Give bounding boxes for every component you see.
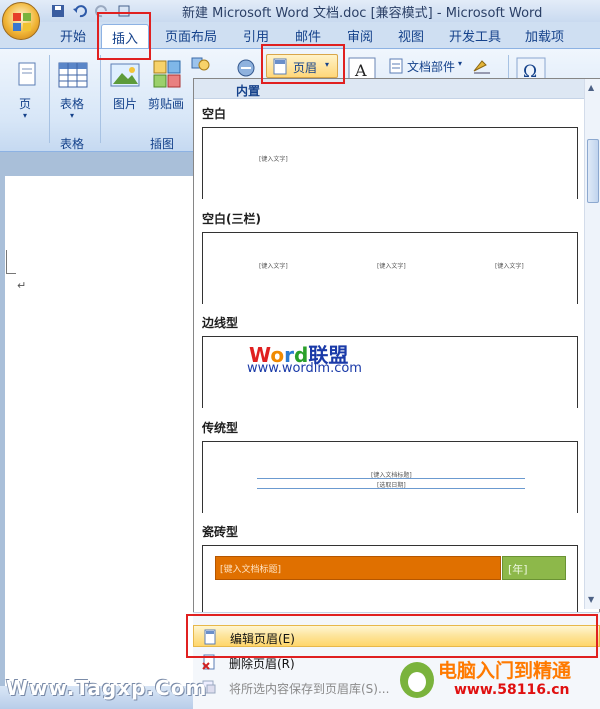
office-button[interactable] — [2, 2, 40, 40]
watermark-title: 电脑入门到精通 — [438, 660, 572, 682]
header-option-sideline[interactable]: Word联盟 www.wordlm.com — [202, 336, 578, 408]
gallery-scrollbar[interactable]: ▲ ▼ — [584, 79, 600, 609]
tagxp-watermark: Www.Tagxp.Com — [6, 676, 208, 700]
insert-tab-highlight — [97, 12, 151, 60]
quickparts-dropdown-icon[interactable]: ▾ — [458, 59, 462, 68]
scroll-thumb[interactable] — [587, 139, 599, 203]
shapes-icon[interactable] — [190, 55, 212, 75]
section-title: 边线型 — [202, 316, 239, 330]
quickparts-icon[interactable] — [388, 58, 404, 74]
table-icon[interactable] — [58, 61, 88, 89]
header-option-traditional[interactable]: [键入文档标题] [选取日期] — [202, 441, 578, 513]
header-rule — [257, 478, 525, 479]
gallery-header: 内置 — [194, 79, 584, 99]
header-option-blank[interactable]: [键入文字] — [202, 127, 578, 199]
section-title: 传统型 — [202, 421, 239, 435]
save-icon[interactable] — [50, 3, 66, 19]
document-page[interactable] — [5, 176, 195, 706]
wordlm-url-watermark: www.wordlm.com — [247, 361, 362, 376]
tile-title-placeholder: [键入文档标题] — [220, 565, 282, 575]
tab-view[interactable]: 视图 — [398, 26, 424, 45]
tab-page-layout[interactable]: 页面布局 — [165, 26, 217, 45]
page-dropdown-icon[interactable]: ▾ — [23, 111, 27, 120]
tile-title-block: [键入文档标题] — [215, 556, 501, 580]
table-button[interactable]: 表格 — [60, 95, 84, 112]
header-option-blank-three-columns[interactable]: [键入文字] [键入文字] [键入文字] — [202, 232, 578, 304]
picture-button[interactable]: 图片 — [113, 95, 137, 112]
header-button-highlight — [261, 44, 345, 84]
office-logo-icon — [13, 13, 31, 31]
placeholder-text: [键入文字] — [377, 263, 406, 270]
tab-review[interactable]: 审阅 — [347, 26, 373, 45]
illustration-group-label: 插图 — [150, 137, 175, 151]
scroll-up-icon[interactable]: ▲ — [588, 83, 594, 92]
tile-year-block: [年] — [502, 556, 566, 580]
placeholder-text: [键入文字] — [495, 263, 524, 270]
page-icon[interactable] — [14, 61, 40, 87]
margin-marker — [6, 250, 16, 274]
page-button[interactable]: 页 — [19, 95, 31, 112]
watermark-url: www.58116.cn — [454, 682, 570, 698]
table-group-label: 表格 — [60, 137, 85, 151]
section-title: 瓷砖型 — [202, 525, 239, 539]
signature-line-icon[interactable] — [472, 57, 494, 75]
tab-developer[interactable]: 开发工具 — [449, 26, 501, 45]
quickparts-button[interactable]: 文档部件 — [407, 58, 455, 75]
paragraph-mark: ↵ — [17, 279, 27, 292]
clipart-icon[interactable] — [152, 59, 182, 89]
tile-year-placeholder: [年] — [508, 563, 528, 576]
tab-mailings[interactable]: 邮件 — [295, 26, 321, 45]
tab-addins[interactable]: 加载项 — [525, 26, 564, 45]
save-to-gallery-label: 将所选内容保存到页眉库(S)... — [229, 682, 390, 696]
section-title: 空白(三栏) — [202, 212, 261, 226]
tab-home[interactable]: 开始 — [60, 26, 86, 45]
site-logo-icon — [400, 662, 434, 698]
table-dropdown-icon[interactable]: ▾ — [70, 111, 74, 120]
hyperlink-icon[interactable] — [235, 57, 257, 79]
placeholder-text: [键入文字] — [259, 263, 288, 270]
header-rule — [257, 488, 525, 489]
group-separator — [100, 55, 101, 143]
section-title: 空白 — [202, 107, 227, 121]
header-option-tiles[interactable]: [键入文档标题] [年] — [202, 545, 578, 613]
clipart-button[interactable]: 剪贴画 — [148, 95, 184, 112]
title-bar: 新建 Microsoft Word 文档.doc [兼容模式] - Micros… — [0, 0, 600, 22]
scroll-down-icon[interactable]: ▼ — [588, 595, 594, 604]
58116-watermark: 电脑入门到精通 www.58116.cn — [398, 652, 598, 706]
placeholder-text: [键入文字] — [259, 156, 288, 163]
group-separator — [49, 55, 50, 143]
tab-references[interactable]: 引用 — [243, 26, 269, 45]
undo-icon[interactable] — [72, 3, 88, 19]
picture-icon[interactable] — [110, 61, 140, 89]
window-title: 新建 Microsoft Word 文档.doc [兼容模式] - Micros… — [182, 6, 543, 21]
